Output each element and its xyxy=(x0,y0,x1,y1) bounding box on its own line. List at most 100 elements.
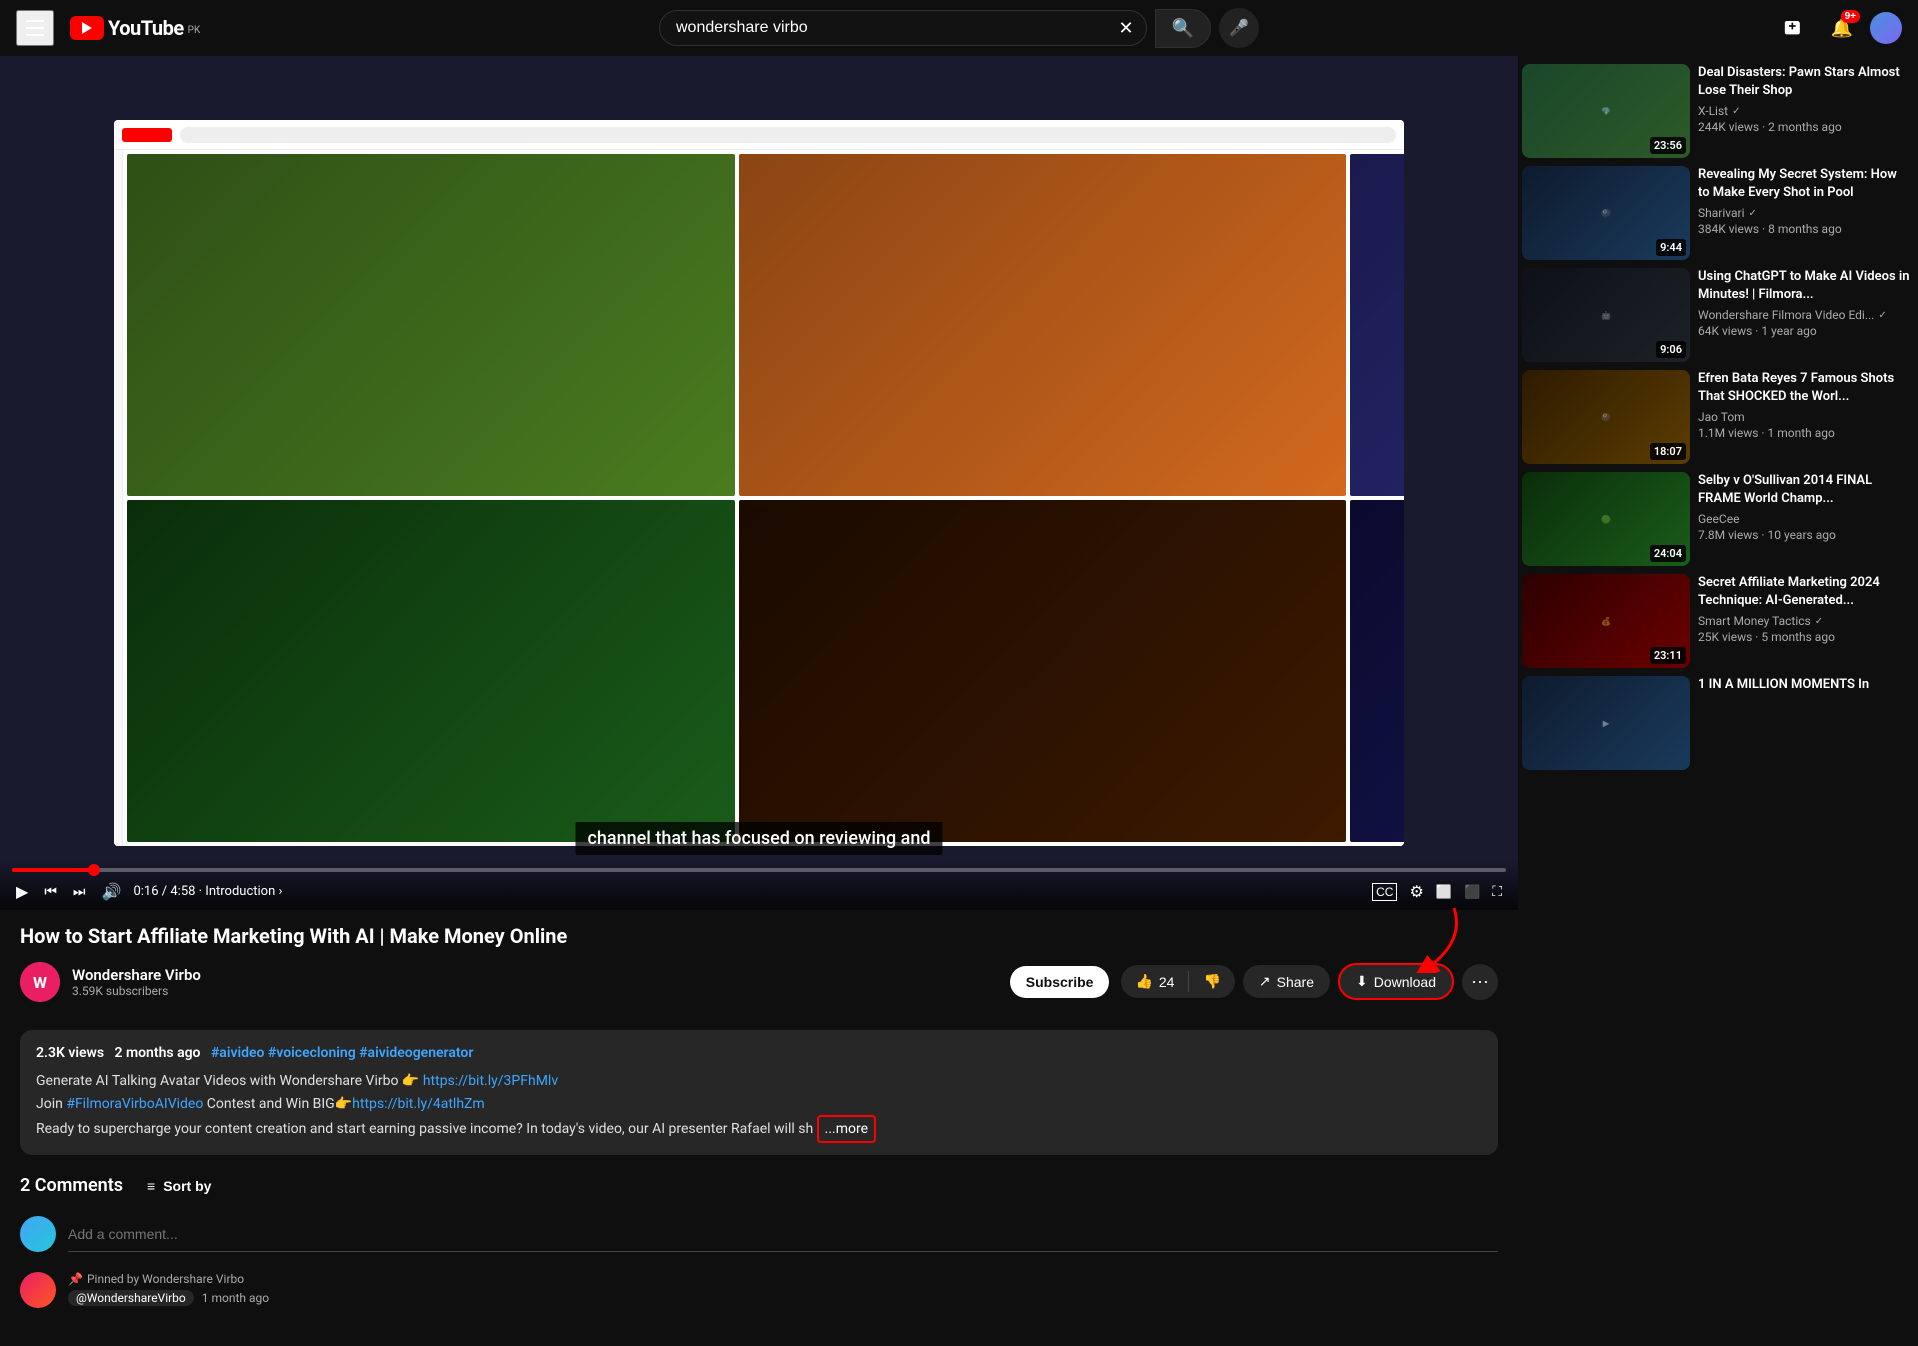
comment-header: @WondershareVirbo 1 month ago xyxy=(68,1290,1498,1306)
download-button[interactable]: ⬇ Download xyxy=(1338,963,1454,1000)
sidebar-video-item[interactable]: 🟢 24:04 Selby v O'Sullivan 2014 FINAL FR… xyxy=(1522,472,1910,566)
video-duration: 9:06 xyxy=(1656,341,1686,358)
sidebar-thumbnail: 🟢 24:04 xyxy=(1522,472,1690,566)
description-tags[interactable]: #aivideo #voicecloning #aivideogenerator xyxy=(211,1045,473,1061)
action-buttons: 👍 24 👎 ↗ Share xyxy=(1121,963,1498,1000)
video-inner-sidebar xyxy=(114,150,123,846)
video-player[interactable]: channel that has focused on reviewing an… xyxy=(0,56,1518,910)
skip-forward-icon: ⏭ xyxy=(73,883,86,900)
pinned-comment: 📌 Pinned by Wondershare Virbo @Wondersha… xyxy=(20,1272,1498,1310)
sidebar-video-meta: 384K views · 8 months ago xyxy=(1698,222,1910,236)
description-link1[interactable]: https://bit.ly/3PFhMlv xyxy=(423,1073,558,1089)
fullscreen-button[interactable]: ⛶ xyxy=(1488,881,1506,902)
youtube-logo[interactable]: YouTube PK xyxy=(70,16,200,40)
sidebar-video-meta: 7.8M views · 10 years ago xyxy=(1698,528,1910,542)
share-label: Share xyxy=(1277,974,1314,990)
search-input[interactable] xyxy=(660,11,1106,45)
description-hashtag[interactable]: #FilmoraVirboAIVideo xyxy=(66,1096,203,1112)
search-submit-button[interactable]: 🔍 xyxy=(1155,9,1211,48)
video-inner-body xyxy=(114,150,1404,846)
main-layout: channel that has focused on reviewing an… xyxy=(0,56,1918,1346)
progress-bar[interactable] xyxy=(12,868,1506,872)
captions-button[interactable]: CC xyxy=(1368,881,1401,903)
comment-avatar xyxy=(20,1272,56,1308)
video-title: How to Start Affiliate Marketing With AI… xyxy=(20,922,1498,950)
comments-section: 2 Comments ≡ Sort by 📌 Pinned by Wond xyxy=(0,1175,1518,1346)
create-video-button[interactable] xyxy=(1774,8,1814,48)
pin-icon: 📌 xyxy=(68,1272,83,1286)
channel-name[interactable]: Wondershare Virbo xyxy=(72,966,998,984)
sidebar-video-item[interactable]: 💎 23:56 Deal Disasters: Pawn Stars Almos… xyxy=(1522,64,1910,158)
video-duration: 24:04 xyxy=(1650,545,1686,562)
sidebar-video-title: 1 IN A MILLION MOMENTS In xyxy=(1698,676,1910,694)
comment-input[interactable] xyxy=(68,1216,1498,1252)
settings-icon: ⚙ xyxy=(1409,882,1423,902)
video-duration: 18:07 xyxy=(1650,443,1686,460)
sidebar-videos-container: 💎 23:56 Deal Disasters: Pawn Stars Almos… xyxy=(1522,64,1910,770)
dislike-button[interactable]: 👎 xyxy=(1189,965,1234,998)
channel-avatar[interactable]: W xyxy=(20,962,60,1002)
volume-button[interactable]: 🔊 xyxy=(98,880,126,904)
sidebar-video-meta: 25K views · 5 months ago xyxy=(1698,630,1910,644)
sidebar-channel-name: Jao Tom xyxy=(1698,410,1910,424)
comment-time: 1 month ago xyxy=(202,1291,269,1305)
pinned-label: 📌 Pinned by Wondershare Virbo xyxy=(68,1272,1498,1286)
channel-subscribers: 3.59K subscribers xyxy=(72,984,998,998)
theater-button[interactable]: ⬛ xyxy=(1460,882,1484,902)
sort-label: Sort by xyxy=(163,1178,211,1194)
share-icon: ↗ xyxy=(1259,973,1271,990)
description-line2: Join #FilmoraVirboAIVideo Contest and Wi… xyxy=(36,1093,1482,1115)
skip-back-button[interactable]: ⏮ xyxy=(40,881,61,902)
header-left: YouTube PK xyxy=(16,10,216,46)
header-center: ✕ 🔍 🎤 xyxy=(659,8,1259,48)
video-area: channel that has focused on reviewing an… xyxy=(0,56,1518,1346)
video-info: How to Start Affiliate Marketing With AI… xyxy=(0,910,1518,1030)
description-meta: 2.3K views 2 months ago #aivideo #voicec… xyxy=(36,1042,1482,1064)
verified-icon: ✓ xyxy=(1815,616,1823,627)
notifications-button[interactable]: 🔔 9+ xyxy=(1822,8,1862,48)
like-button[interactable]: 👍 24 xyxy=(1121,965,1188,998)
description-more-button[interactable]: ...more xyxy=(817,1115,876,1143)
verified-icon: ✓ xyxy=(1878,310,1886,321)
sidebar-video-title: Secret Affiliate Marketing 2024 Techniqu… xyxy=(1698,574,1910,610)
description-line1: Generate AI Talking Avatar Videos with W… xyxy=(36,1070,1482,1092)
description-box[interactable]: 2.3K views 2 months ago #aivideo #voicec… xyxy=(20,1030,1498,1156)
voice-search-button[interactable]: 🎤 xyxy=(1219,8,1259,48)
play-pause-button[interactable]: ▶ xyxy=(12,880,32,904)
search-bar: ✕ xyxy=(659,10,1147,46)
youtube-logo-text: YouTube xyxy=(108,16,184,40)
sidebar-video-item[interactable]: ▶ 1 IN A MILLION MOMENTS In xyxy=(1522,676,1910,770)
miniplayer-button[interactable]: ⬜ xyxy=(1432,882,1456,902)
comment-content: 📌 Pinned by Wondershare Virbo @Wondersha… xyxy=(68,1272,1498,1310)
like-count: 24 xyxy=(1159,974,1175,990)
controls-row: ▶ ⏮ ⏭ 🔊 0:16 / 4:58 · Introduction › xyxy=(12,880,1506,904)
settings-button[interactable]: ⚙ xyxy=(1405,880,1427,904)
search-icon: 🔍 xyxy=(1172,18,1194,38)
description-link2[interactable]: https://bit.ly/4atlhZm xyxy=(352,1096,485,1112)
subscribe-button[interactable]: Subscribe xyxy=(1010,966,1110,998)
video-inner-top xyxy=(114,120,1404,150)
skip-forward-button[interactable]: ⏭ xyxy=(69,881,90,902)
svg-text:W: W xyxy=(33,973,47,992)
search-clear-button[interactable]: ✕ xyxy=(1106,11,1145,45)
sidebar-video-item[interactable]: 🎱 9:44 Revealing My Secret System: How t… xyxy=(1522,166,1910,260)
sidebar-video-item[interactable]: 💰 23:11 Secret Affiliate Marketing 2024 … xyxy=(1522,574,1910,668)
sidebar-thumbnail: 💎 23:56 xyxy=(1522,64,1690,158)
theater-icon: ⬛ xyxy=(1464,884,1480,900)
progress-filled xyxy=(12,868,94,872)
fullscreen-icon: ⛶ xyxy=(1492,883,1502,900)
notifications-badge: 9+ xyxy=(1841,10,1860,23)
sort-icon: ≡ xyxy=(147,1178,155,1194)
upload-time: 2 months ago xyxy=(115,1045,201,1061)
hamburger-menu-button[interactable] xyxy=(16,10,54,46)
sidebar-video-meta: 64K views · 1 year ago xyxy=(1698,324,1910,338)
share-button[interactable]: ↗ Share xyxy=(1243,965,1330,998)
video-duration: 9:44 xyxy=(1656,239,1686,256)
comment-author-badge[interactable]: @WondershareVirbo xyxy=(68,1290,194,1306)
description-line3: Ready to supercharge your content creati… xyxy=(36,1115,1482,1143)
user-avatar[interactable] xyxy=(1870,12,1902,44)
sidebar-video-item[interactable]: 🎱 18:07 Efren Bata Reyes 7 Famous Shots … xyxy=(1522,370,1910,464)
sort-button[interactable]: ≡ Sort by xyxy=(147,1178,211,1194)
sidebar-video-item[interactable]: 🤖 9:06 Using ChatGPT to Make AI Videos i… xyxy=(1522,268,1910,362)
more-options-button[interactable]: ··· xyxy=(1462,964,1498,1000)
